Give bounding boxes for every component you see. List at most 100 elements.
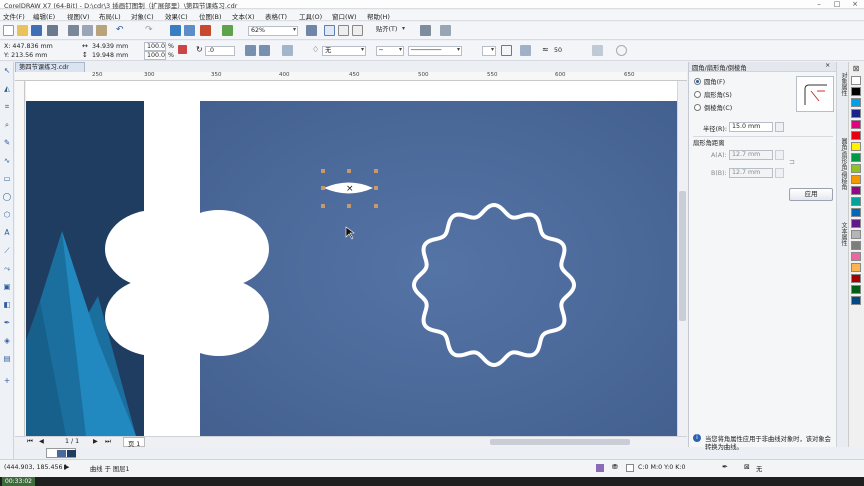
import-icon[interactable] — [170, 25, 181, 36]
artistic-media-icon[interactable]: ∿ — [2, 156, 12, 166]
page-tab-1[interactable]: 页 1 — [123, 437, 146, 448]
open-icon[interactable] — [17, 25, 28, 36]
palette-swatch[interactable] — [851, 109, 861, 118]
scale-x-field[interactable]: 100.0 — [144, 42, 166, 51]
vertical-scroll-thumb[interactable] — [679, 191, 686, 321]
palette-swatch[interactable] — [851, 186, 861, 195]
menu-effects[interactable]: 效果(C) — [165, 11, 188, 21]
menu-view[interactable]: 视图(V) — [67, 11, 90, 21]
redo-icon[interactable]: ↷ — [145, 25, 156, 36]
mirror-horizontal-icon[interactable] — [245, 45, 256, 56]
palette-swatch[interactable] — [851, 252, 861, 261]
line-style-select[interactable]: ──────── — [408, 46, 462, 56]
radius-spinner[interactable] — [775, 122, 784, 132]
copy-icon[interactable] — [82, 25, 93, 36]
application-launcher-icon[interactable] — [222, 25, 233, 36]
prev-page-button[interactable]: ◀ — [39, 438, 44, 445]
parallel-dimension-icon[interactable]: ⟋ — [2, 246, 12, 256]
radio-scallop[interactable] — [694, 91, 701, 98]
ellipse-tool-icon[interactable]: ◯ — [2, 192, 12, 202]
freehand-tool-icon[interactable]: ✎ — [2, 138, 12, 148]
add-tool-icon[interactable]: + — [2, 376, 12, 386]
palette-swatch[interactable] — [851, 219, 861, 228]
welcome-screen-icon[interactable] — [440, 25, 451, 36]
palette-swatch[interactable] — [851, 285, 861, 294]
y-position-field[interactable]: Y: 213.56 mm — [4, 52, 47, 59]
docker-tab-object-properties[interactable]: 对象属性 — [838, 72, 848, 96]
minimize-button[interactable]: – — [810, 0, 828, 9]
cut-icon[interactable] — [68, 25, 79, 36]
docker-tab-text-properties[interactable]: 文本属性 — [838, 222, 848, 246]
interactive-fill-icon[interactable]: ◈ — [2, 336, 12, 346]
zoom-tool-icon[interactable]: ⌕ — [2, 120, 12, 130]
docker-tab-fillet[interactable]: 圆角/扇形角/倒棱角 — [838, 138, 848, 190]
a-distance-input[interactable]: 12.7 mm — [729, 150, 773, 160]
options-circle-icon[interactable] — [616, 45, 627, 56]
start-arrow-select[interactable]: ─ — [376, 46, 404, 56]
palette-swatch[interactable] — [851, 197, 861, 206]
snap-to-dropdown[interactable]: 贴齐(T) — [374, 26, 406, 36]
smart-fill-icon[interactable]: ▤ — [2, 354, 12, 364]
polygon-tool-icon[interactable]: ⬡ — [2, 210, 12, 220]
width-field[interactable]: 34.939 mm — [92, 43, 128, 50]
palette-swatch[interactable] — [851, 87, 861, 96]
palette-swatch[interactable] — [851, 274, 861, 283]
maximize-button[interactable]: □ — [828, 0, 846, 9]
shape-tool-icon[interactable]: ◭ — [2, 84, 12, 94]
scale-y-field[interactable]: 100.0 — [144, 51, 166, 60]
palette-swatch[interactable] — [851, 230, 861, 239]
rotation-field[interactable]: .0 — [205, 46, 235, 56]
crop-tool-icon[interactable]: ⌗ — [2, 102, 12, 112]
close-button[interactable]: × — [846, 0, 864, 9]
menu-object[interactable]: 对象(C) — [131, 11, 154, 21]
link-distances-icon[interactable]: ⊐ — [789, 158, 795, 166]
document-palette[interactable] — [46, 448, 76, 458]
menu-tools[interactable]: 工具(O) — [299, 11, 322, 21]
drop-shadow-icon[interactable]: ▣ — [2, 282, 12, 292]
palette-swatch[interactable] — [851, 208, 861, 217]
pick-tool-icon[interactable]: ↖ — [2, 66, 12, 76]
transparency-tool-icon[interactable]: ◧ — [2, 300, 12, 310]
lock-ratio-icon[interactable] — [178, 45, 187, 54]
rectangle-tool-icon[interactable]: ▭ — [2, 174, 12, 184]
paste-icon[interactable] — [96, 25, 107, 36]
last-page-button[interactable]: ⏭ — [105, 438, 111, 446]
palette-swatch[interactable] — [851, 120, 861, 129]
menu-file[interactable]: 文件(F) — [3, 11, 25, 21]
show-grid-icon[interactable] — [338, 25, 349, 36]
menu-layout[interactable]: 布局(L) — [99, 11, 121, 21]
no-color-swatch[interactable]: ⊠ — [851, 64, 861, 73]
first-page-button[interactable]: ⏮ — [27, 438, 33, 446]
palette-swatch[interactable] — [851, 241, 861, 250]
palette-swatch[interactable] — [851, 142, 861, 151]
publish-pdf-icon[interactable] — [200, 25, 211, 36]
show-rulers-icon[interactable] — [324, 25, 335, 36]
new-document-icon[interactable] — [3, 25, 14, 36]
curve-smoothing-value[interactable]: 50 — [554, 47, 562, 54]
undo-icon[interactable]: ↶ — [116, 25, 127, 36]
menu-bitmaps[interactable]: 位图(B) — [199, 11, 222, 21]
document-tab[interactable]: 第四节课练习.cdr — [15, 62, 85, 72]
menu-text[interactable]: 文本(X) — [232, 11, 255, 21]
palette-swatch[interactable] — [851, 76, 861, 85]
b-distance-input[interactable]: 12.7 mm — [729, 168, 773, 178]
mirror-vertical-icon[interactable] — [259, 45, 270, 56]
palette-swatch[interactable] — [851, 98, 861, 107]
outline-width-select[interactable]: 无 — [322, 46, 366, 56]
height-field[interactable]: 19.948 mm — [92, 52, 128, 59]
palette-swatch[interactable] — [851, 175, 861, 184]
print-icon[interactable] — [47, 25, 58, 36]
palette-swatch[interactable] — [851, 263, 861, 272]
menu-window[interactable]: 窗口(W) — [332, 11, 357, 21]
text-wrap-icon[interactable] — [520, 45, 531, 56]
drawing-canvas[interactable]: × — [26, 81, 677, 436]
docker-close-icon[interactable]: × — [825, 62, 830, 69]
zoom-level-select[interactable]: 62% — [248, 26, 298, 36]
options-icon[interactable] — [420, 25, 431, 36]
palette-swatch[interactable] — [851, 131, 861, 140]
eyedropper-tool-icon[interactable]: ✒ — [2, 318, 12, 328]
vertical-ruler[interactable] — [15, 81, 25, 436]
palette-swatch[interactable] — [851, 296, 861, 305]
radio-fillet[interactable] — [694, 78, 701, 85]
radius-input[interactable]: 15.0 mm — [729, 122, 773, 132]
